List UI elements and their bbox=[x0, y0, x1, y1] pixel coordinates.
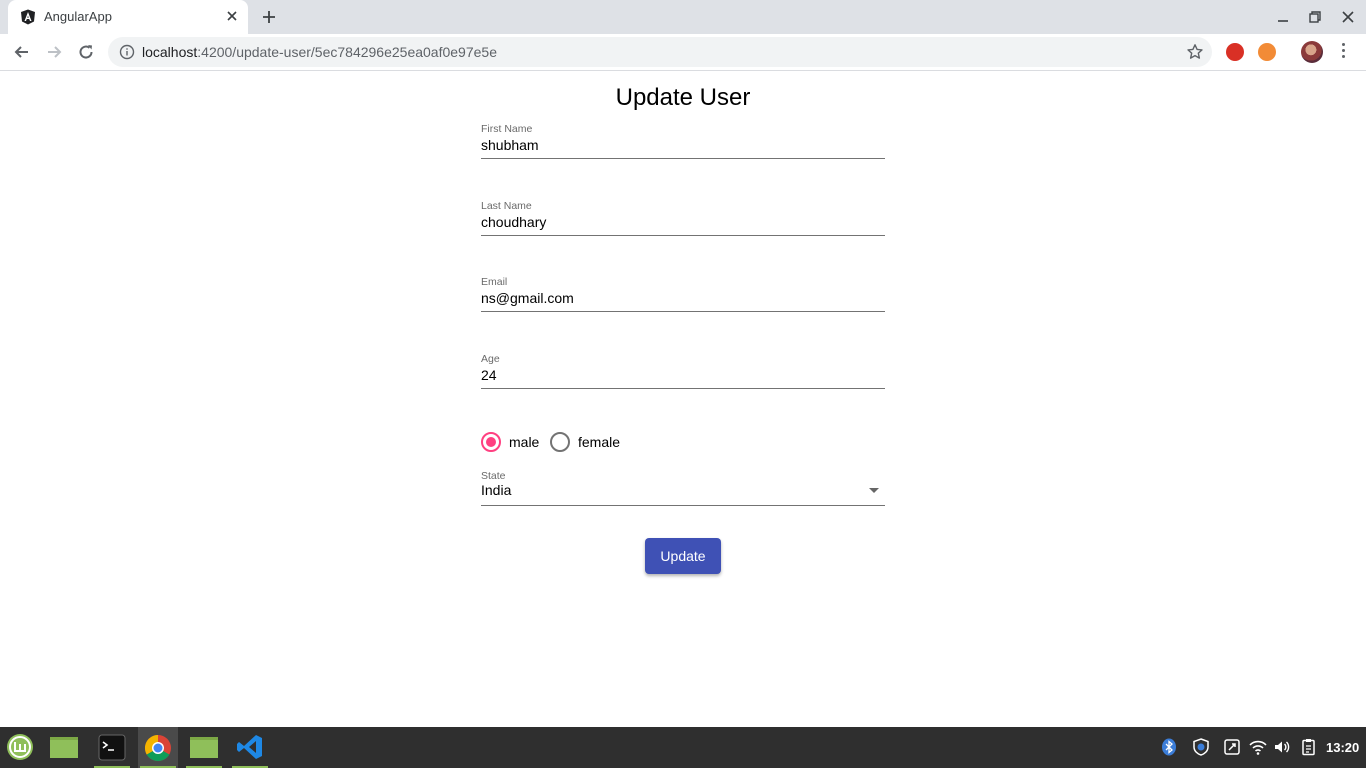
last-name-label: Last Name bbox=[481, 200, 532, 212]
taskbar-files-app[interactable] bbox=[44, 727, 84, 768]
dropdown-arrow-icon[interactable] bbox=[869, 488, 879, 493]
url-text: localhost:4200/update-user/5ec784296e25e… bbox=[142, 44, 497, 60]
restore-icon[interactable] bbox=[1307, 9, 1323, 25]
site-info-icon[interactable] bbox=[119, 44, 135, 60]
state-select[interactable]: State India bbox=[481, 470, 885, 510]
taskbar-folder-app[interactable] bbox=[184, 727, 224, 768]
close-tab-icon[interactable] bbox=[224, 8, 240, 24]
extension-orange-icon[interactable] bbox=[1258, 43, 1276, 61]
first-name-input[interactable] bbox=[481, 135, 885, 155]
first-name-label: First Name bbox=[481, 123, 533, 135]
wifi-icon[interactable] bbox=[1249, 738, 1267, 756]
email-label: Email bbox=[481, 276, 508, 288]
taskbar-terminal-app[interactable] bbox=[92, 727, 132, 768]
close-window-icon[interactable] bbox=[1340, 9, 1356, 25]
taskbar-clock[interactable]: 13:20 bbox=[1326, 740, 1359, 755]
email-field[interactable]: Email bbox=[481, 276, 885, 316]
state-selected-value[interactable]: India bbox=[481, 482, 511, 498]
angular-logo-icon bbox=[21, 9, 35, 25]
first-name-underline bbox=[481, 158, 885, 159]
browser-toolbar: localhost:4200/update-user/5ec784296e25e… bbox=[0, 34, 1366, 71]
vscode-icon bbox=[237, 735, 262, 759]
address-bar[interactable]: localhost:4200/update-user/5ec784296e25e… bbox=[108, 37, 1212, 67]
bluetooth-icon[interactable] bbox=[1160, 738, 1178, 756]
browser-menu-icon[interactable] bbox=[1340, 43, 1346, 61]
radio-female-unchecked-icon[interactable] bbox=[550, 432, 570, 452]
radio-male-label: male bbox=[509, 434, 540, 450]
gender-radio-male[interactable]: male bbox=[481, 431, 545, 453]
last-name-field[interactable]: Last Name bbox=[481, 200, 885, 240]
new-tab-icon[interactable] bbox=[260, 8, 278, 26]
linux-mint-logo-icon bbox=[7, 734, 33, 760]
age-field[interactable]: Age bbox=[481, 353, 885, 393]
back-arrow-icon[interactable] bbox=[12, 42, 32, 62]
age-input[interactable] bbox=[481, 365, 885, 385]
browser-tab-strip: AngularApp bbox=[0, 0, 1366, 34]
minimize-icon[interactable] bbox=[1275, 9, 1291, 25]
radio-female-label: female bbox=[578, 434, 621, 450]
radio-male-checked-icon[interactable] bbox=[481, 432, 501, 452]
url-host: localhost bbox=[142, 44, 198, 60]
email-input[interactable] bbox=[481, 288, 885, 308]
clipboard-icon[interactable] bbox=[1223, 738, 1241, 756]
chrome-icon bbox=[144, 734, 171, 762]
folder-icon bbox=[190, 737, 218, 758]
profile-avatar[interactable] bbox=[1301, 41, 1323, 63]
battery-clipboard-icon[interactable] bbox=[1300, 738, 1318, 756]
url-path: :4200/update-user/5ec784296e25ea0af0e97e… bbox=[197, 44, 497, 60]
first-name-field[interactable]: First Name bbox=[481, 123, 885, 163]
update-button[interactable]: Update bbox=[645, 538, 721, 574]
start-menu-button[interactable] bbox=[0, 727, 40, 768]
state-underline bbox=[481, 505, 885, 506]
tab-title: AngularApp bbox=[44, 9, 112, 24]
taskbar-chrome-app[interactable] bbox=[138, 727, 178, 768]
state-label: State bbox=[481, 470, 506, 482]
last-name-input[interactable] bbox=[481, 212, 885, 232]
age-label: Age bbox=[481, 353, 500, 365]
adblock-extension-icon[interactable] bbox=[1226, 43, 1244, 61]
email-underline bbox=[481, 311, 885, 312]
terminal-icon bbox=[98, 734, 126, 761]
age-underline bbox=[481, 388, 885, 389]
taskbar-vscode-app[interactable] bbox=[230, 727, 270, 768]
page-title: Update User bbox=[615, 84, 751, 111]
gender-radio-female[interactable]: female bbox=[550, 431, 630, 453]
os-taskbar: 13:20 bbox=[0, 727, 1366, 768]
bookmark-star-icon[interactable] bbox=[1186, 43, 1204, 61]
last-name-underline bbox=[481, 235, 885, 236]
volume-icon[interactable] bbox=[1273, 738, 1291, 756]
reload-icon[interactable] bbox=[76, 42, 96, 62]
update-shield-icon[interactable] bbox=[1192, 738, 1210, 756]
browser-tab[interactable]: AngularApp bbox=[8, 0, 248, 34]
folder-icon bbox=[50, 737, 78, 758]
forward-arrow-icon[interactable] bbox=[44, 42, 64, 62]
